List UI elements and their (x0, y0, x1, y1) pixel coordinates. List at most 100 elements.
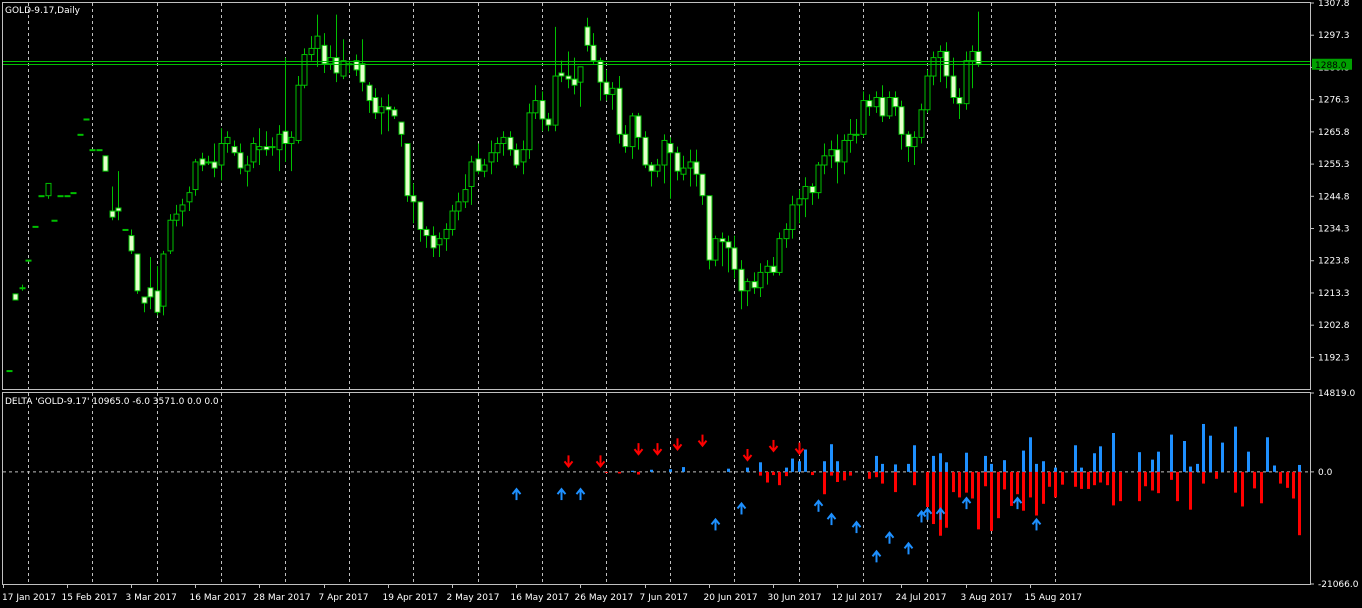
candle[interactable] (654, 158, 661, 178)
candle[interactable] (622, 125, 629, 153)
candle[interactable] (725, 235, 732, 273)
delta-bar[interactable] (1170, 471, 1173, 480)
candle[interactable] (128, 229, 135, 254)
candle[interactable] (969, 45, 976, 89)
candle[interactable] (552, 26, 559, 132)
candle[interactable] (186, 186, 193, 212)
delta-bar[interactable] (881, 471, 884, 484)
delta-bar[interactable] (1170, 434, 1173, 472)
candle[interactable] (539, 91, 546, 132)
delta-bar[interactable] (836, 461, 839, 472)
candle[interactable] (770, 257, 777, 276)
candle[interactable] (963, 51, 970, 110)
delta-bar[interactable] (990, 471, 993, 531)
delta-bar[interactable] (1087, 471, 1090, 489)
candle[interactable] (674, 146, 681, 181)
candle[interactable] (841, 134, 848, 175)
candle[interactable] (731, 235, 738, 279)
delta-bar[interactable] (1003, 460, 1006, 472)
delta-bar[interactable] (804, 449, 807, 472)
candle[interactable] (571, 57, 578, 95)
candle[interactable] (475, 143, 482, 175)
candle[interactable] (545, 112, 552, 132)
candle[interactable] (886, 91, 893, 119)
candle[interactable] (693, 149, 700, 187)
candle[interactable] (410, 183, 417, 224)
candle[interactable] (45, 182, 52, 199)
delta-bar[interactable] (759, 462, 762, 472)
delta-bar[interactable] (1119, 471, 1122, 502)
candle[interactable] (314, 14, 321, 67)
delta-bar[interactable] (894, 471, 897, 493)
candle[interactable] (532, 85, 539, 119)
candle[interactable] (167, 214, 174, 254)
delta-bar[interactable] (1298, 464, 1301, 472)
delta-bar[interactable] (1112, 471, 1115, 506)
candle[interactable] (468, 155, 475, 205)
candle[interactable] (667, 137, 674, 199)
candle[interactable] (507, 131, 514, 156)
candle[interactable] (391, 106, 398, 119)
candle[interactable] (269, 137, 276, 156)
delta-bar[interactable] (785, 471, 788, 477)
delta-bar[interactable] (1176, 471, 1179, 502)
delta-bar[interactable] (1048, 471, 1051, 487)
candle[interactable] (526, 103, 533, 159)
candle[interactable] (237, 143, 244, 175)
delta-bar[interactable] (1221, 442, 1224, 472)
candle[interactable] (134, 253, 141, 294)
delta-bar[interactable] (939, 471, 942, 536)
candle[interactable] (879, 85, 886, 123)
delta-bar[interactable] (965, 452, 968, 472)
candle[interactable] (288, 131, 295, 172)
candle[interactable] (224, 131, 231, 153)
delta-bar[interactable] (984, 455, 987, 472)
delta-bar[interactable] (1106, 471, 1109, 486)
candle[interactable] (834, 134, 841, 184)
delta-bar[interactable] (1279, 471, 1282, 484)
candle[interactable] (520, 140, 527, 175)
candle[interactable] (89, 149, 96, 152)
candle[interactable] (77, 133, 84, 136)
candle[interactable] (211, 143, 218, 178)
candle[interactable] (25, 259, 32, 262)
delta-bar[interactable] (843, 471, 846, 481)
delta-bar[interactable] (952, 471, 955, 493)
candle[interactable] (590, 33, 597, 64)
delta-bar[interactable] (907, 463, 910, 472)
candle[interactable] (943, 42, 950, 89)
candle[interactable] (500, 131, 507, 156)
candle[interactable] (783, 223, 790, 248)
candle[interactable] (160, 250, 167, 316)
candle[interactable] (346, 60, 353, 73)
delta-bar[interactable] (1042, 461, 1045, 472)
delta-bar[interactable] (791, 458, 794, 472)
candle[interactable] (687, 149, 694, 187)
candle[interactable] (295, 76, 302, 144)
delta-bar[interactable] (650, 469, 653, 472)
candlestick-series[interactable] (6, 11, 982, 373)
candle[interactable] (738, 260, 745, 310)
candle[interactable] (353, 54, 360, 77)
delta-bar[interactable] (618, 471, 621, 474)
candle[interactable] (141, 296, 148, 313)
candle[interactable] (398, 121, 405, 147)
candle[interactable] (83, 118, 90, 121)
delta-bar[interactable] (1138, 471, 1141, 502)
delta-bar[interactable] (766, 471, 769, 483)
delta-bar[interactable] (682, 467, 685, 472)
candle[interactable] (51, 219, 58, 222)
delta-bar[interactable] (984, 471, 987, 487)
candle[interactable] (776, 232, 783, 276)
candle[interactable] (430, 226, 437, 258)
candle[interactable] (423, 226, 430, 248)
candle[interactable] (860, 91, 867, 138)
delta-bar[interactable] (1061, 471, 1064, 485)
delta-bar[interactable] (1093, 471, 1096, 486)
delta-bar[interactable] (1234, 426, 1237, 472)
candle[interactable] (12, 293, 19, 301)
candle[interactable] (815, 161, 822, 199)
candle[interactable] (911, 131, 918, 166)
delta-bar[interactable] (830, 444, 833, 472)
delta-bar[interactable] (1247, 451, 1250, 472)
